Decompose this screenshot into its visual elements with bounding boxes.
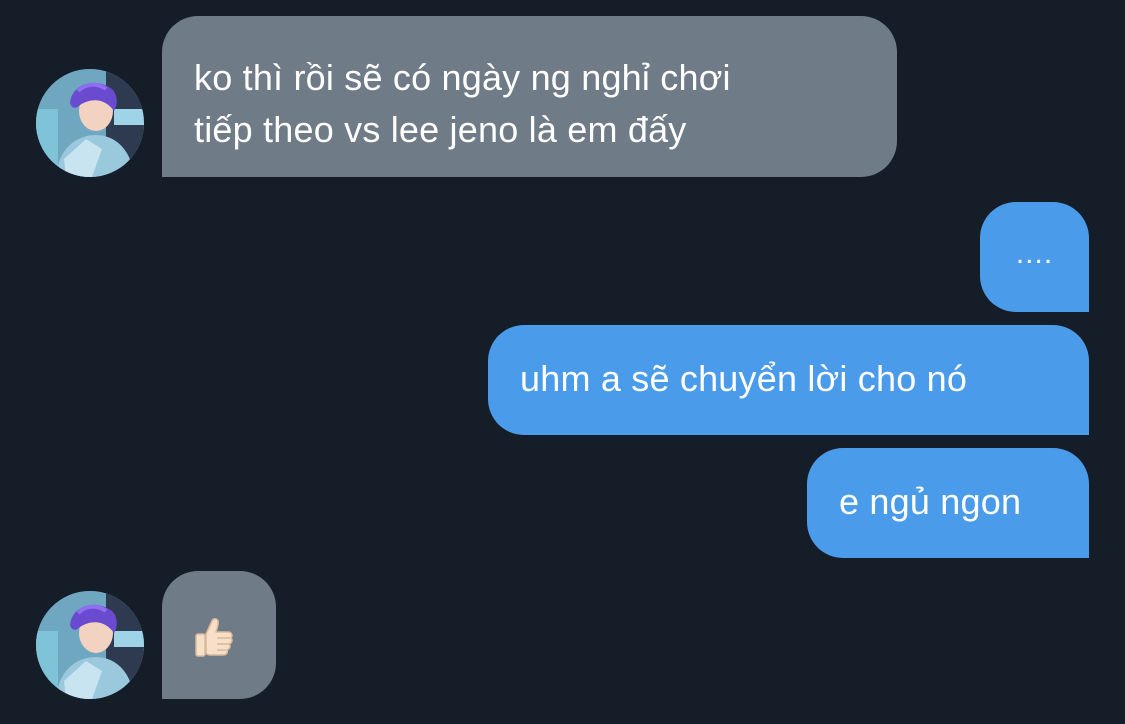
incoming-message-bubble[interactable]: ko thì rồi sẽ có ngày ng nghỉ chơi tiếp …: [162, 16, 897, 177]
chat-thread: ko thì rồi sẽ có ngày ng nghỉ chơi tiếp …: [0, 0, 1125, 724]
outgoing-message-bubble[interactable]: uhm a sẽ chuyển lời cho nó: [488, 325, 1089, 435]
avatar-photo-icon: [36, 591, 144, 699]
thumbs-up-icon: [195, 618, 233, 657]
avatar-photo-icon: [36, 69, 144, 177]
outgoing-message-bubble[interactable]: ....: [980, 202, 1089, 312]
incoming-reaction-bubble[interactable]: [162, 571, 276, 699]
outgoing-message-bubble[interactable]: e ngủ ngon: [807, 448, 1089, 558]
message-text: uhm a sẽ chuyển lời cho nó: [520, 358, 968, 399]
message-text: ....: [1015, 237, 1054, 270]
message-text: e ngủ ngon: [839, 481, 1022, 522]
message-text-line: ko thì rồi sẽ có ngày ng nghỉ chơi: [194, 57, 731, 98]
contact-avatar[interactable]: [36, 69, 144, 177]
contact-avatar[interactable]: [36, 591, 144, 699]
message-text-line: tiếp theo vs lee jeno là em đấy: [194, 109, 687, 150]
